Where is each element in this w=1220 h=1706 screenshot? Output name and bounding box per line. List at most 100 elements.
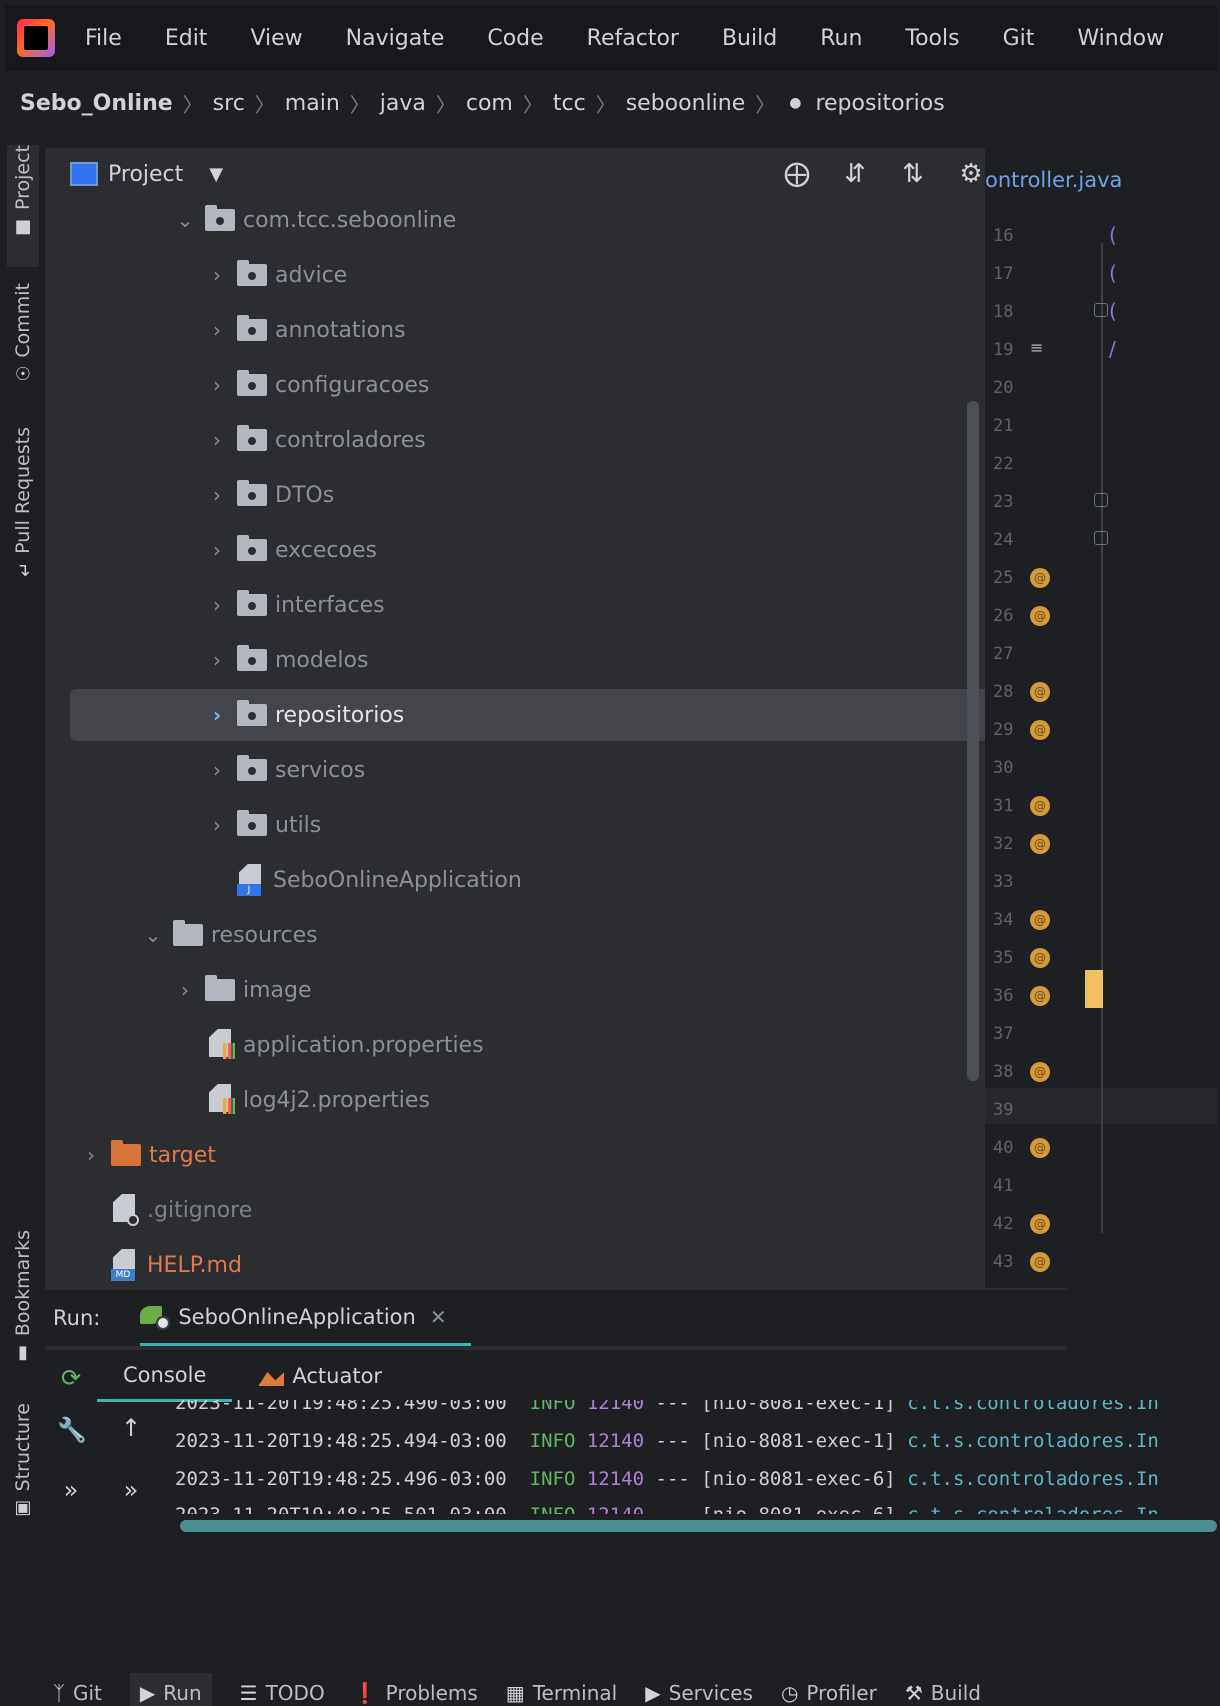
- fold-marker-icon[interactable]: [1094, 531, 1108, 545]
- tree-node-label: HELP.md: [147, 1252, 242, 1278]
- menu-code[interactable]: Code: [487, 26, 543, 51]
- package-icon: [237, 370, 267, 396]
- chevron-right-icon[interactable]: ›: [207, 538, 227, 562]
- menu-tools[interactable]: Tools: [905, 26, 959, 51]
- menu-file[interactable]: File: [85, 26, 122, 51]
- rerun-icon[interactable]: ⟳: [57, 1364, 85, 1392]
- console-horizontal-scrollbar[interactable]: [180, 1520, 1217, 1532]
- tool-tab-commit[interactable]: Commit ☉: [7, 283, 39, 383]
- chevron-right-icon[interactable]: ›: [207, 428, 227, 452]
- spring-bean-icon[interactable]: @: [1030, 1062, 1050, 1082]
- tool-tab-structure[interactable]: Structure ▣: [7, 1403, 39, 1523]
- spring-bean-icon[interactable]: @: [1030, 1138, 1050, 1158]
- chevron-right-icon[interactable]: ›: [207, 648, 227, 672]
- breadcrumb-item[interactable]: tcc: [553, 91, 586, 116]
- fold-marker-icon[interactable]: [1094, 303, 1108, 317]
- chevron-right-icon[interactable]: ›: [207, 318, 227, 342]
- line-number: 31: [993, 796, 1014, 816]
- run-subtabs: Console Actuator: [97, 1350, 408, 1402]
- hammer-icon: ⚒: [904, 1681, 923, 1705]
- caret-down-icon[interactable]: ▼: [209, 164, 223, 185]
- status-git[interactable]: ᛉ Git: [53, 1673, 102, 1706]
- tab-console[interactable]: Console: [97, 1350, 233, 1402]
- arrow-up-icon[interactable]: ↑: [117, 1414, 145, 1442]
- spring-bean-icon[interactable]: @: [1030, 720, 1050, 740]
- tree-node[interactable]: › target: [45, 1129, 1081, 1181]
- wrench-icon[interactable]: 🔧: [57, 1416, 87, 1444]
- menu-window[interactable]: Window: [1077, 26, 1164, 51]
- breadcrumb-item[interactable]: Sebo_Online: [20, 91, 173, 116]
- spring-bean-icon[interactable]: @: [1030, 796, 1050, 816]
- spring-bean-icon[interactable]: @: [1030, 910, 1050, 930]
- menu-run[interactable]: Run: [820, 26, 862, 51]
- menu-edit[interactable]: Edit: [165, 26, 208, 51]
- editor-tab[interactable]: ontroller.java: [985, 168, 1122, 192]
- breadcrumb-item[interactable]: main: [285, 91, 340, 116]
- project-view-selector[interactable]: Project: [108, 162, 183, 187]
- status-run[interactable]: ▶ Run: [129, 1673, 212, 1706]
- tree-node[interactable]: .gitignore: [45, 1184, 1111, 1236]
- fold-marker-icon[interactable]: [1094, 493, 1108, 507]
- status-build[interactable]: ⚒ Build: [905, 1673, 981, 1706]
- breadcrumb-item[interactable]: src: [213, 91, 245, 116]
- breadcrumb-item[interactable]: java: [380, 91, 426, 116]
- status-label: Services: [668, 1681, 753, 1705]
- spring-bean-icon[interactable]: @: [1030, 682, 1050, 702]
- status-terminal[interactable]: ▦ Terminal: [506, 1673, 617, 1706]
- tool-tab-bookmarks[interactable]: Bookmarks ▮: [7, 1230, 39, 1370]
- status-services[interactable]: ▶ Services: [645, 1673, 753, 1706]
- status-problems[interactable]: ❗ Problems: [353, 1673, 478, 1706]
- run-config-tab[interactable]: SeboOnlineApplication ✕: [140, 1290, 471, 1346]
- gear-icon[interactable]: ⚙: [953, 156, 989, 192]
- folder-icon: ■: [14, 216, 32, 238]
- locate-icon[interactable]: ⨁: [779, 156, 815, 192]
- more-icon[interactable]: »: [57, 1476, 85, 1504]
- package-icon: [237, 590, 267, 616]
- menu-view[interactable]: View: [250, 26, 302, 51]
- close-icon[interactable]: ✕: [430, 1305, 447, 1329]
- more-icon[interactable]: »: [117, 1476, 145, 1504]
- chevron-right-icon[interactable]: ›: [175, 978, 195, 1002]
- status-profiler[interactable]: ◷ Profiler: [781, 1673, 877, 1706]
- chevron-right-icon[interactable]: ›: [207, 263, 227, 287]
- chevron-right-icon[interactable]: ›: [81, 1143, 101, 1167]
- collapse-all-icon[interactable]: ⇅: [895, 156, 931, 192]
- tab-actuator[interactable]: Actuator: [232, 1350, 408, 1402]
- tool-tab-pull-requests[interactable]: Pull Requests ↴: [7, 427, 39, 587]
- database-icon[interactable]: ≡: [1030, 338, 1048, 358]
- run-console: ⟳ 🔧 » Console Actuator ↑ » 2023-11-20T19…: [45, 1350, 1217, 1532]
- spring-bean-icon[interactable]: @: [1030, 986, 1050, 1006]
- breadcrumb-item[interactable]: com: [466, 91, 513, 116]
- status-todo[interactable]: ☰ TODO: [240, 1673, 325, 1706]
- spring-bean-icon[interactable]: @: [1030, 1252, 1050, 1272]
- log-thread: [nio-8081-exec-6]: [701, 1468, 896, 1490]
- tree-node-label: .gitignore: [147, 1197, 253, 1223]
- chevron-right-icon[interactable]: ›: [207, 703, 227, 727]
- breadcrumb-item[interactable]: seboonline: [626, 91, 746, 116]
- spring-bean-icon[interactable]: @: [1030, 1214, 1050, 1234]
- run-side-toolbar: ⟳ 🔧 »: [45, 1350, 95, 1522]
- menu-refactor[interactable]: Refactor: [587, 26, 679, 51]
- project-scrollbar[interactable]: [967, 401, 979, 1081]
- expand-all-icon[interactable]: ⇵: [837, 156, 873, 192]
- tool-tab-project[interactable]: Project ■: [7, 145, 39, 267]
- breadcrumb-item[interactable]: repositorios: [815, 91, 944, 116]
- chevron-right-icon[interactable]: ›: [207, 593, 227, 617]
- chevron-right-icon[interactable]: ›: [207, 758, 227, 782]
- breadcrumb: Sebo_Online 〉 src 〉 main 〉 java 〉 com 〉 …: [5, 83, 945, 123]
- tree-node-label: modelos: [275, 647, 369, 673]
- chevron-down-icon[interactable]: ⌄: [143, 923, 163, 947]
- spring-bean-icon[interactable]: @: [1030, 948, 1050, 968]
- chevron-right-icon[interactable]: ›: [207, 813, 227, 837]
- tree-node[interactable]: MD HELP.md: [45, 1239, 1111, 1291]
- chevron-down-icon[interactable]: ⌄: [175, 208, 195, 232]
- spring-bean-icon[interactable]: @: [1030, 606, 1050, 626]
- spring-bean-icon[interactable]: @: [1030, 834, 1050, 854]
- menu-navigate[interactable]: Navigate: [346, 26, 445, 51]
- spring-bean-icon[interactable]: @: [1030, 568, 1050, 588]
- chevron-right-icon: 〉: [254, 92, 275, 117]
- menu-build[interactable]: Build: [722, 26, 777, 51]
- menu-git[interactable]: Git: [1003, 26, 1035, 51]
- chevron-right-icon[interactable]: ›: [207, 373, 227, 397]
- chevron-right-icon[interactable]: ›: [207, 483, 227, 507]
